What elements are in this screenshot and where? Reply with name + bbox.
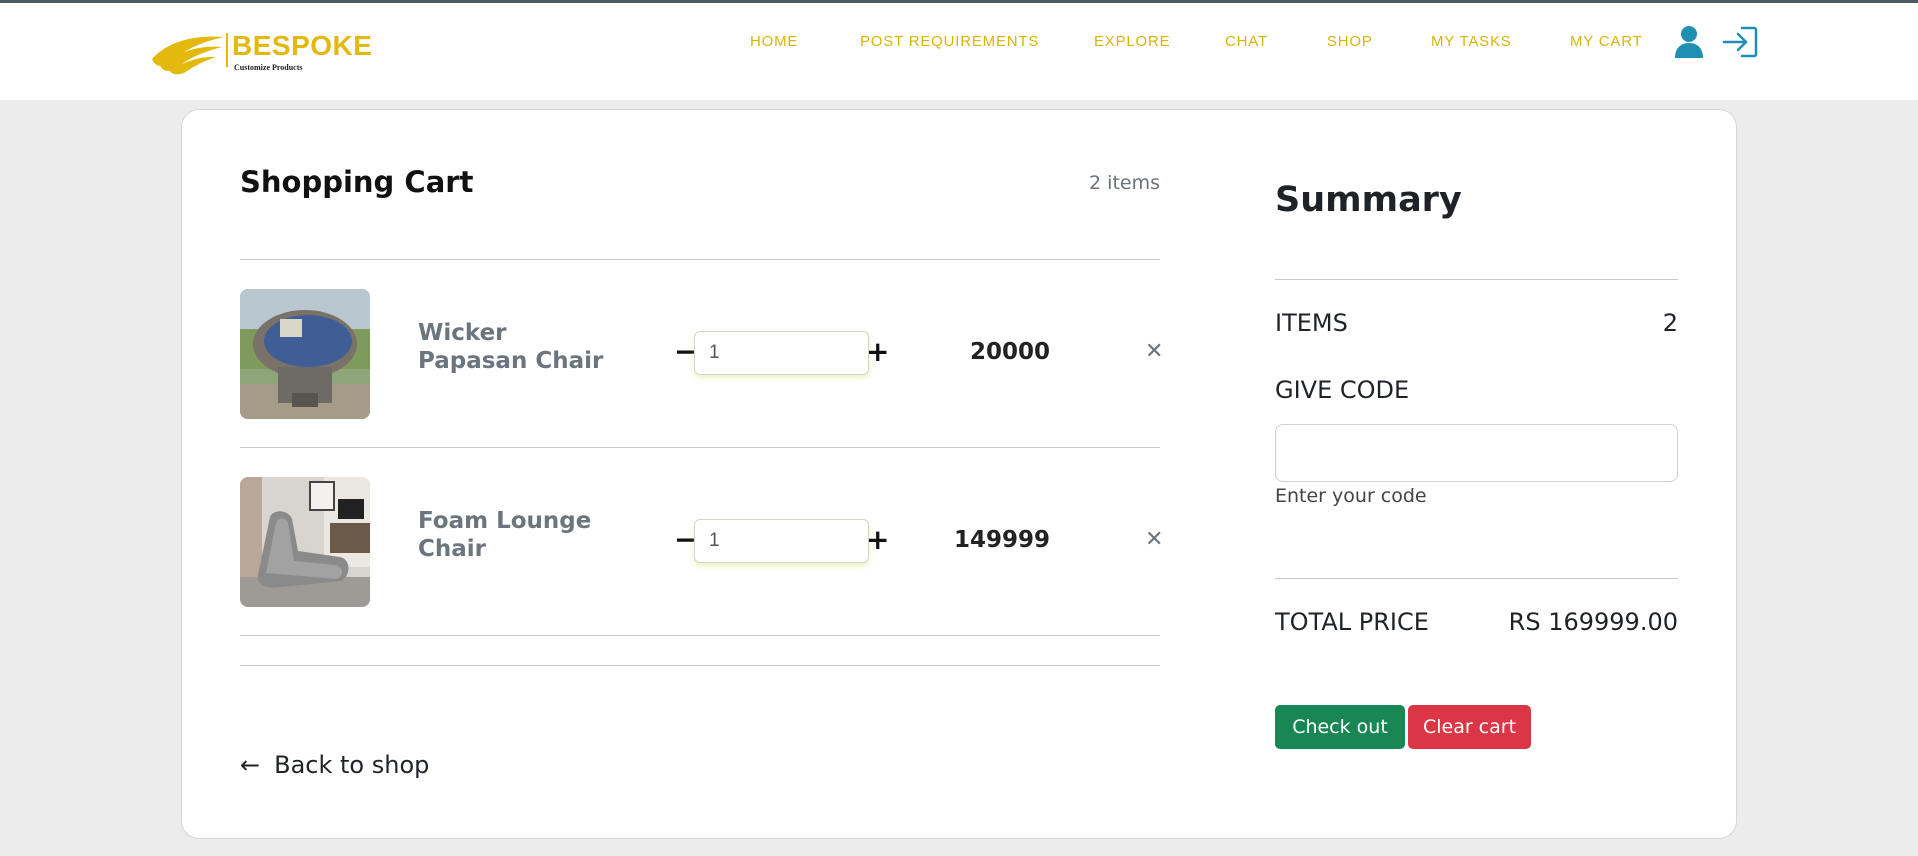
- remove-item-icon[interactable]: ✕: [1145, 527, 1163, 552]
- quantity-input[interactable]: [694, 331, 869, 375]
- navbar: BESPOKE Customize Products HOME POST REQ…: [0, 3, 1918, 100]
- total-price-value: RS 169999.00: [1508, 608, 1678, 636]
- item-name[interactable]: Foam Lounge Chair: [418, 507, 618, 563]
- items-label: ITEMS: [1275, 309, 1348, 337]
- arrow-left-icon: ←: [240, 751, 261, 779]
- qty-increase-button[interactable]: +: [866, 337, 889, 367]
- divider: [240, 665, 1160, 666]
- item-price: 149999: [953, 527, 1050, 553]
- cart-item-row: Wicker Papasan Chair − + 20000 ✕: [240, 289, 1163, 419]
- nav-home[interactable]: HOME: [750, 33, 798, 50]
- summary-title: Summary: [1275, 180, 1462, 220]
- remove-item-icon[interactable]: ✕: [1145, 339, 1163, 364]
- quantity-input[interactable]: [694, 519, 869, 563]
- brand-name: BESPOKE: [232, 30, 373, 61]
- items-value: 2: [1662, 309, 1678, 337]
- nav-post-requirements[interactable]: POST REQUIREMENTS: [860, 33, 1039, 50]
- login-icon[interactable]: [1722, 26, 1758, 58]
- papasan-chair-thumbnail: [240, 289, 370, 419]
- item-name[interactable]: Wicker Papasan Chair: [418, 319, 618, 375]
- lounge-chair-thumbnail: [240, 477, 370, 607]
- total-price-label: TOTAL PRICE: [1275, 608, 1429, 636]
- cart-title: Shopping Cart: [240, 165, 474, 199]
- qty-increase-button[interactable]: +: [866, 525, 889, 555]
- brand-tagline: Customize Products: [234, 63, 303, 72]
- wing-logo-icon: [152, 36, 224, 75]
- divider: [240, 635, 1160, 636]
- cart-item-count: 2 items: [1089, 172, 1160, 194]
- divider: [1275, 578, 1678, 579]
- user-icon[interactable]: [1674, 25, 1704, 59]
- nav-chat[interactable]: CHAT: [1225, 33, 1268, 50]
- divider: [1275, 279, 1678, 280]
- nav-shop[interactable]: SHOP: [1327, 33, 1373, 50]
- promo-code-input[interactable]: [1275, 424, 1678, 482]
- cart-item-row: Foam Lounge Chair − + 149999 ✕: [240, 477, 1163, 607]
- nav-explore[interactable]: EXPLORE: [1094, 33, 1170, 50]
- logo-divider: [226, 33, 228, 67]
- nav-my-tasks[interactable]: MY TASKS: [1431, 33, 1512, 50]
- back-to-shop-link[interactable]: ← Back to shop: [240, 751, 429, 779]
- nav-my-cart[interactable]: MY CART: [1570, 33, 1643, 50]
- checkout-button[interactable]: Check out: [1275, 705, 1405, 749]
- divider: [240, 259, 1160, 260]
- brand-logo[interactable]: BESPOKE Customize Products: [150, 29, 372, 79]
- back-to-shop-label: Back to shop: [274, 751, 430, 779]
- clear-cart-button[interactable]: Clear cart: [1408, 705, 1531, 749]
- code-hint: Enter your code: [1275, 485, 1427, 507]
- divider: [240, 447, 1160, 448]
- item-price: 20000: [969, 339, 1050, 365]
- give-code-label: GIVE CODE: [1275, 376, 1410, 404]
